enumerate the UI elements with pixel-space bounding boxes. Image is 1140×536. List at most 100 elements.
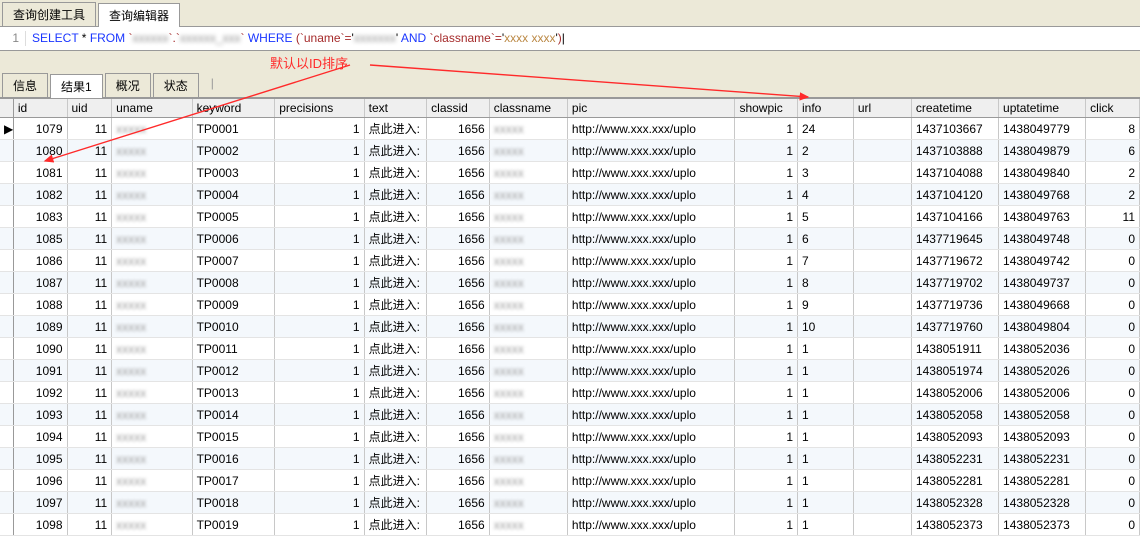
cell-uptatetime[interactable]: 1438049668	[999, 294, 1086, 316]
cell-createtime[interactable]: 1437719702	[911, 272, 998, 294]
subtab-overview[interactable]: 概况	[105, 73, 151, 97]
cell-name[interactable]: xxxxx	[112, 426, 192, 448]
cell-text[interactable]: 点此进入:	[364, 316, 427, 338]
cell-classname[interactable]: xxxxx	[489, 470, 567, 492]
cell-precisions[interactable]: 1	[275, 272, 364, 294]
cell-info[interactable]: 5	[798, 206, 854, 228]
table-row[interactable]: 109811xxxxxTP00191点此进入:1656xxxxxhttp://w…	[0, 514, 1140, 536]
cell-text[interactable]: 点此进入:	[364, 118, 427, 140]
cell-uptatetime[interactable]: 1438049768	[999, 184, 1086, 206]
cell-url[interactable]	[853, 184, 911, 206]
cell-precisions[interactable]: 1	[275, 206, 364, 228]
cell-text[interactable]: 点此进入:	[364, 250, 427, 272]
cell-pic[interactable]: http://www.xxx.xxx/uplo	[567, 228, 735, 250]
table-row[interactable]: 109711xxxxxTP00181点此进入:1656xxxxxhttp://w…	[0, 492, 1140, 514]
col-header-uid[interactable]: uid	[67, 99, 112, 118]
cell-showpic[interactable]: 1	[735, 404, 798, 426]
cell-precisions[interactable]: 1	[275, 316, 364, 338]
cell-text[interactable]: 点此进入:	[364, 404, 427, 426]
cell-classid[interactable]: 1656	[427, 250, 490, 272]
cell-keyword[interactable]: TP0007	[192, 250, 275, 272]
cell-pic[interactable]: http://www.xxx.xxx/uplo	[567, 360, 735, 382]
col-header-rowhdr[interactable]	[0, 99, 13, 118]
col-header-showpic[interactable]: showpic	[735, 99, 798, 118]
cell-showpic[interactable]: 1	[735, 514, 798, 536]
cell-name[interactable]: xxxxx	[112, 448, 192, 470]
cell-info[interactable]: 1	[798, 448, 854, 470]
cell-keyword[interactable]: TP0001	[192, 118, 275, 140]
cell-classid[interactable]: 1656	[427, 118, 490, 140]
cell-name[interactable]: xxxxx	[112, 316, 192, 338]
cell-uid[interactable]: 11	[67, 250, 112, 272]
cell-pic[interactable]: http://www.xxx.xxx/uplo	[567, 448, 735, 470]
col-header-classname[interactable]: classname	[489, 99, 567, 118]
cell-showpic[interactable]: 1	[735, 448, 798, 470]
cell-uid[interactable]: 11	[67, 316, 112, 338]
cell-precisions[interactable]: 1	[275, 426, 364, 448]
cell-showpic[interactable]: 1	[735, 118, 798, 140]
cell-createtime[interactable]: 1437719736	[911, 294, 998, 316]
cell-pic[interactable]: http://www.xxx.xxx/uplo	[567, 404, 735, 426]
cell-classid[interactable]: 1656	[427, 272, 490, 294]
table-row[interactable]: 109411xxxxxTP00151点此进入:1656xxxxxhttp://w…	[0, 426, 1140, 448]
cell-pic[interactable]: http://www.xxx.xxx/uplo	[567, 382, 735, 404]
cell-pic[interactable]: http://www.xxx.xxx/uplo	[567, 470, 735, 492]
cell-classname[interactable]: xxxxx	[489, 448, 567, 470]
cell-uptatetime[interactable]: 1438052328	[999, 492, 1086, 514]
cell-pic[interactable]: http://www.xxx.xxx/uplo	[567, 294, 735, 316]
cell-url[interactable]	[853, 448, 911, 470]
cell-name[interactable]: xxxxx	[112, 338, 192, 360]
tab-builder[interactable]: 查询创建工具	[2, 2, 96, 26]
cell-classname[interactable]: xxxxx	[489, 514, 567, 536]
cell-uid[interactable]: 11	[67, 118, 112, 140]
col-header-keyword[interactable]: keyword	[192, 99, 275, 118]
cell-showpic[interactable]: 1	[735, 206, 798, 228]
table-row[interactable]: 109011xxxxxTP00111点此进入:1656xxxxxhttp://w…	[0, 338, 1140, 360]
cell-uptatetime[interactable]: 1438049763	[999, 206, 1086, 228]
cell-text[interactable]: 点此进入:	[364, 228, 427, 250]
cell-id[interactable]: 1086	[13, 250, 67, 272]
cell-id[interactable]: 1095	[13, 448, 67, 470]
cell-classname[interactable]: xxxxx	[489, 338, 567, 360]
cell-uptatetime[interactable]: 1438052006	[999, 382, 1086, 404]
table-row[interactable]: 109311xxxxxTP00141点此进入:1656xxxxxhttp://w…	[0, 404, 1140, 426]
cell-id[interactable]: 1082	[13, 184, 67, 206]
cell-url[interactable]	[853, 316, 911, 338]
cell-classid[interactable]: 1656	[427, 206, 490, 228]
cell-createtime[interactable]: 1437104088	[911, 162, 998, 184]
cell-url[interactable]	[853, 250, 911, 272]
cell-createtime[interactable]: 1438052058	[911, 404, 998, 426]
cell-id[interactable]: 1094	[13, 426, 67, 448]
table-row[interactable]: 108311xxxxxTP00051点此进入:1656xxxxxhttp://w…	[0, 206, 1140, 228]
cell-keyword[interactable]: TP0019	[192, 514, 275, 536]
cell-classid[interactable]: 1656	[427, 316, 490, 338]
cell-uptatetime[interactable]: 1438049804	[999, 316, 1086, 338]
col-header-classid[interactable]: classid	[427, 99, 490, 118]
table-row[interactable]: 108611xxxxxTP00071点此进入:1656xxxxxhttp://w…	[0, 250, 1140, 272]
cell-text[interactable]: 点此进入:	[364, 272, 427, 294]
cell-showpic[interactable]: 1	[735, 228, 798, 250]
cell-pic[interactable]: http://www.xxx.xxx/uplo	[567, 426, 735, 448]
cell-classname[interactable]: xxxxx	[489, 426, 567, 448]
cell-precisions[interactable]: 1	[275, 514, 364, 536]
cell-classid[interactable]: 1656	[427, 448, 490, 470]
cell-classname[interactable]: xxxxx	[489, 294, 567, 316]
table-row[interactable]: 109111xxxxxTP00121点此进入:1656xxxxxhttp://w…	[0, 360, 1140, 382]
cell-uid[interactable]: 11	[67, 294, 112, 316]
cell-id[interactable]: 1088	[13, 294, 67, 316]
cell-showpic[interactable]: 1	[735, 250, 798, 272]
cell-id[interactable]: 1091	[13, 360, 67, 382]
cell-keyword[interactable]: TP0009	[192, 294, 275, 316]
cell-id[interactable]: 1081	[13, 162, 67, 184]
cell-keyword[interactable]: TP0011	[192, 338, 275, 360]
cell-pic[interactable]: http://www.xxx.xxx/uplo	[567, 250, 735, 272]
cell-url[interactable]	[853, 382, 911, 404]
cell-precisions[interactable]: 1	[275, 140, 364, 162]
cell-keyword[interactable]: TP0002	[192, 140, 275, 162]
cell-name[interactable]: xxxxx	[112, 250, 192, 272]
cell-click[interactable]: 0	[1086, 316, 1140, 338]
cell-text[interactable]: 点此进入:	[364, 338, 427, 360]
cell-url[interactable]	[853, 140, 911, 162]
cell-createtime[interactable]: 1437719760	[911, 316, 998, 338]
cell-name[interactable]: xxxxx	[112, 184, 192, 206]
